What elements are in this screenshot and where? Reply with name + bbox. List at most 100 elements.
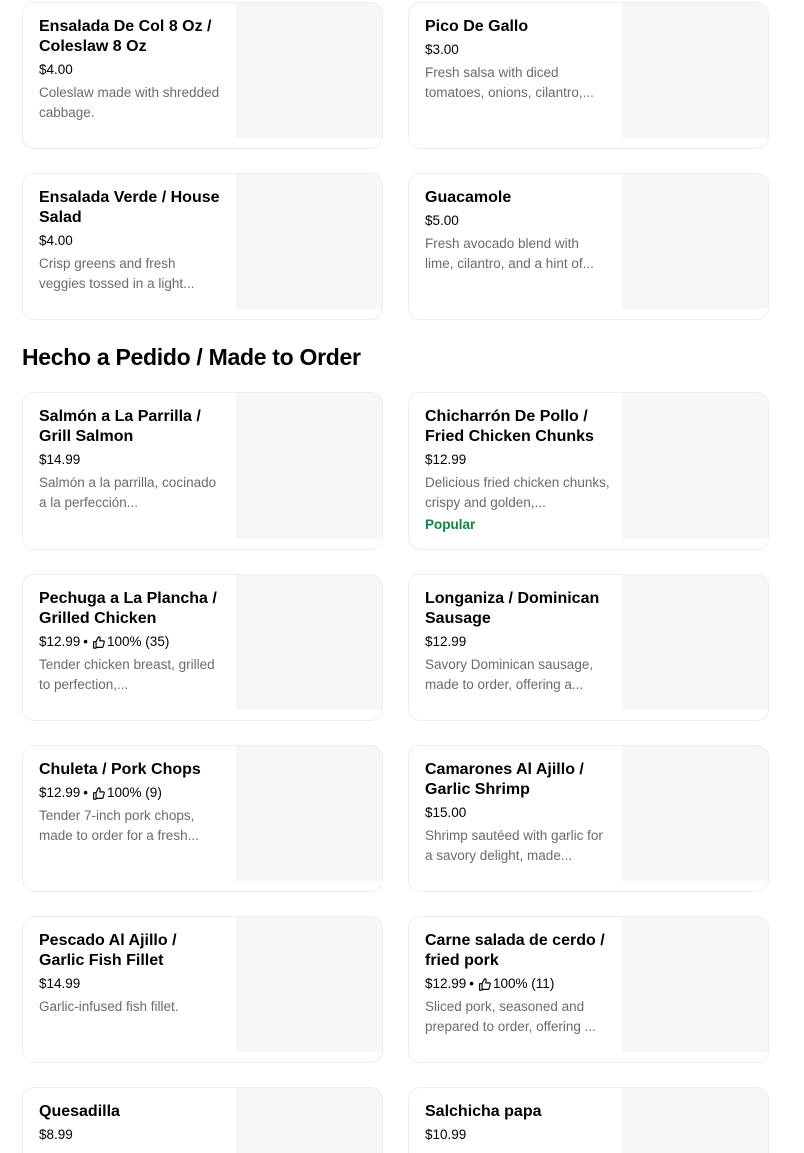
menu-item-info: Salmón a La Parrilla / Grill Salmon $14.… [39, 407, 224, 513]
menu-item-image [622, 575, 768, 710]
menu-item-card[interactable]: Salmón a La Parrilla / Grill Salmon $14.… [22, 392, 383, 550]
menu-item-info: Camarones Al Ajillo / Garlic Shrimp $15.… [425, 760, 610, 866]
menu-item-card[interactable]: Quesadilla $8.99 [22, 1087, 383, 1153]
menu-item-info: Quesadilla $8.99 [39, 1102, 224, 1144]
menu-item-card[interactable]: Ensalada Verde / House Salad $4.00 Crisp… [22, 173, 383, 320]
menu-item-price: $12.99 [425, 976, 467, 991]
menu-item-name: Salchicha papa [425, 1103, 542, 1120]
menu-item-image [236, 174, 382, 309]
menu-item-info: Longaniza / Dominican Sausage $12.99 Sav… [425, 589, 610, 695]
menu-item-price: $12.99 [425, 452, 467, 467]
menu-item-card[interactable]: Carne salada de cerdo / fried pork $12.9… [408, 916, 769, 1063]
menu-item-info: Ensalada Verde / House Salad $4.00 Crisp… [39, 188, 224, 294]
menu-item-price: $12.99 [39, 785, 81, 800]
menu-item-meta: $15.00 [425, 804, 610, 822]
menu-item-meta: $10.99 [425, 1126, 610, 1144]
menu-item-meta: $14.99 [39, 975, 224, 993]
menu-item-rating: 100% (9) [107, 785, 162, 800]
menu-item-description: Fresh avocado blend with lime, cilantro,… [425, 236, 594, 271]
menu-item-info: Chuleta / Pork Chops $12.99 • 100% (9) T… [39, 760, 224, 846]
menu-item-card[interactable]: Camarones Al Ajillo / Garlic Shrimp $15.… [408, 745, 769, 892]
menu-item-image [236, 1088, 382, 1153]
menu-item-image [622, 174, 768, 309]
menu-item-name: Chicharrón De Pollo / Fried Chicken Chun… [425, 408, 594, 445]
menu-item-image [622, 917, 768, 1052]
menu-item-price: $5.00 [425, 213, 459, 228]
menu-item-meta: $5.00 [425, 212, 610, 230]
menu-item-card[interactable]: Guacamole $5.00 Fresh avocado blend with… [408, 173, 769, 320]
menu-item-price: $4.00 [39, 233, 73, 248]
menu-item-card[interactable]: Pescado Al Ajillo / Garlic Fish Fillet $… [22, 916, 383, 1063]
menu-item-image [622, 3, 768, 138]
menu-item-description: Delicious fried chicken chunks, crispy a… [425, 475, 610, 510]
menu-item-info: Pico De Gallo $3.00 Fresh salsa with dic… [425, 17, 610, 103]
menu-item-image [622, 393, 768, 539]
menu-item-card[interactable]: Chicharrón De Pollo / Fried Chicken Chun… [408, 392, 769, 550]
menu-item-card[interactable]: Ensalada De Col 8 Oz / Coleslaw 8 Oz $4.… [22, 2, 383, 149]
menu-item-price: $12.99 [425, 634, 467, 649]
menu-item-description: Fresh salsa with diced tomatoes, onions,… [425, 65, 594, 100]
menu-item-info: Pescado Al Ajillo / Garlic Fish Fillet $… [39, 931, 224, 1017]
menu-item-card[interactable]: Pico De Gallo $3.00 Fresh salsa with dic… [408, 2, 769, 149]
menu-item-meta: $4.00 [39, 61, 224, 79]
menu-item-image [236, 917, 382, 1052]
menu-item-name: Pechuga a La Plancha / Grilled Chicken [39, 590, 217, 627]
menu-item-name: Salmón a La Parrilla / Grill Salmon [39, 408, 201, 445]
menu-item-info: Chicharrón De Pollo / Fried Chicken Chun… [425, 407, 610, 535]
menu-item-meta: $12.99 • 100% (9) [39, 784, 224, 802]
section-title: Hecho a Pedido / Made to Order [22, 344, 361, 370]
separator-dot: • [83, 634, 89, 649]
menu-item-meta: $12.99 [425, 451, 610, 469]
menu-item-image [236, 746, 382, 881]
menu-item-description: Shrimp sautéed with garlic for a savory … [425, 828, 603, 863]
menu-item-price: $10.99 [425, 1127, 467, 1142]
menu-item-card[interactable]: Chuleta / Pork Chops $12.99 • 100% (9) T… [22, 745, 383, 892]
menu-item-meta: $8.99 [39, 1126, 224, 1144]
menu-item-price: $14.99 [39, 452, 81, 467]
menu-item-description: Tender chicken breast, grilled to perfec… [39, 657, 215, 692]
menu-item-meta: $12.99 [425, 633, 610, 651]
menu-item-name: Camarones Al Ajillo / Garlic Shrimp [425, 761, 584, 798]
menu-item-name: Quesadilla [39, 1103, 120, 1120]
menu-item-name: Guacamole [425, 189, 512, 206]
menu-item-description: Tender 7-inch pork chops, made to order … [39, 808, 199, 843]
menu-item-info: Pechuga a La Plancha / Grilled Chicken $… [39, 589, 224, 695]
menu-item-image [236, 393, 382, 539]
menu-item-price: $15.00 [425, 805, 467, 820]
menu-item-name: Carne salada de cerdo / fried pork [425, 932, 605, 969]
menu-item-meta: $12.99 • 100% (35) [39, 633, 224, 651]
menu-item-rating: 100% (11) [493, 976, 555, 991]
menu-item-price: $14.99 [39, 976, 81, 991]
menu-item-meta: $3.00 [425, 41, 610, 59]
menu-item-name: Longaniza / Dominican Sausage [425, 590, 600, 627]
menu-item-info: Carne salada de cerdo / fried pork $12.9… [425, 931, 610, 1037]
menu-item-description: Savory Dominican sausage, made to order,… [425, 657, 594, 692]
separator-dot: • [469, 976, 475, 991]
menu-item-price: $12.99 [39, 634, 81, 649]
menu-item-info: Salchicha papa $10.99 [425, 1102, 610, 1144]
menu-item-description: Sliced pork, seasoned and prepared to or… [425, 999, 596, 1034]
menu-item-card[interactable]: Salchicha papa $10.99 [408, 1087, 769, 1153]
menu-item-description: Coleslaw made with shredded cabbage. [39, 85, 220, 120]
menu-item-name: Ensalada De Col 8 Oz / Coleslaw 8 Oz [39, 18, 212, 55]
menu-item-meta: $14.99 [39, 451, 224, 469]
menu-item-image [622, 746, 768, 881]
menu-item-name: Ensalada Verde / House Salad [39, 189, 220, 226]
menu-item-meta: $4.00 [39, 232, 224, 250]
menu-item-info: Ensalada De Col 8 Oz / Coleslaw 8 Oz $4.… [39, 17, 224, 123]
menu-item-rating: 100% (35) [107, 634, 170, 649]
popular-badge: Popular [425, 517, 476, 532]
thumbs-up-icon [93, 786, 105, 800]
menu-item-name: Chuleta / Pork Chops [39, 761, 201, 778]
menu-item-image [236, 575, 382, 710]
menu-item-info: Guacamole $5.00 Fresh avocado blend with… [425, 188, 610, 274]
menu-item-description: Garlic-infused fish fillet. [39, 999, 179, 1014]
menu-item-image [622, 1088, 768, 1153]
thumbs-up-icon [479, 977, 491, 991]
menu-item-name: Pico De Gallo [425, 18, 529, 35]
menu-item-description: Salmón a la parrilla, cocinado a la perf… [39, 475, 217, 510]
menu-item-card[interactable]: Pechuga a La Plancha / Grilled Chicken $… [22, 574, 383, 721]
menu-item-description: Crisp greens and fresh veggies tossed in… [39, 256, 195, 291]
menu-item-card[interactable]: Longaniza / Dominican Sausage $12.99 Sav… [408, 574, 769, 721]
thumbs-up-icon [93, 635, 105, 649]
